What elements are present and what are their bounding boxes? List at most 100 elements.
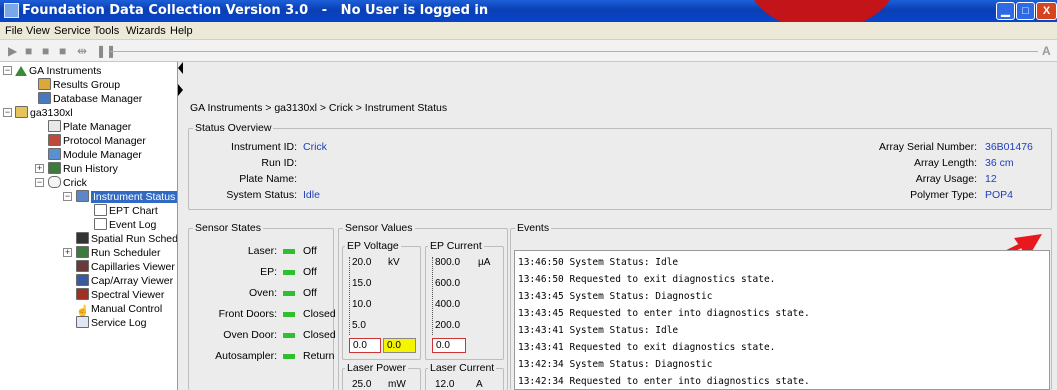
tree-item-ept-chart[interactable]: EPT Chart xyxy=(94,204,158,218)
run-id-label: Run ID: xyxy=(261,157,297,169)
event-line: 13:43:45 Requested to enter into diagnos… xyxy=(518,308,810,319)
event-line: 13:43:45 System Status: Diagnostic xyxy=(518,291,713,302)
plate-name-label: Plate Name: xyxy=(239,173,297,185)
log-icon xyxy=(94,218,107,230)
chart-icon xyxy=(94,204,107,216)
menu-service-tools[interactable]: Service Tools xyxy=(54,25,119,37)
menu-wizards[interactable]: Wizards xyxy=(126,25,166,37)
ep-voltage-reading: 0.0 xyxy=(349,338,381,353)
tree-item-results-group[interactable]: Results Group xyxy=(38,78,120,92)
tree-item-ga-instruments[interactable]: GA Instruments xyxy=(15,64,101,78)
tree-item-cap-array-viewer[interactable]: Cap/Array Viewer xyxy=(76,274,173,288)
skip-icon[interactable]: ⇹ xyxy=(77,44,87,58)
collapse-toggle-root[interactable]: − xyxy=(3,66,12,75)
system-status-value: Idle xyxy=(303,189,320,201)
tree-item-event-log[interactable]: Event Log xyxy=(94,218,156,232)
array-length-value: 36 cm xyxy=(985,157,1014,169)
expand-right-icon[interactable] xyxy=(178,84,183,96)
tree-item-spectral-viewer[interactable]: Spectral Viewer xyxy=(76,288,164,302)
autosampler-value: Return xyxy=(303,350,335,362)
oven-state-label: Oven: xyxy=(248,287,277,299)
array-serial-value: 36B01476 xyxy=(985,141,1033,153)
events-log[interactable]: 13:46:50 System Status: Idle 13:46:50 Re… xyxy=(514,250,1050,390)
collapse-toggle-crick[interactable]: − xyxy=(35,178,44,187)
menu-view[interactable]: View xyxy=(26,25,50,37)
scheduler-icon xyxy=(76,246,89,258)
ep-voltage-panel: EP Voltage 20.0 kV 15.0 10.0 5.0 0.0 0.0 xyxy=(342,240,421,360)
ep-current-reading: 0.0 xyxy=(432,338,466,353)
menu-help[interactable]: Help xyxy=(170,25,193,37)
polymer-type-value: POP4 xyxy=(985,189,1014,201)
oven-door-label: Oven Door: xyxy=(223,329,277,341)
play-icon[interactable]: ▶ xyxy=(8,44,17,58)
laser-power-unit: mW xyxy=(388,379,406,390)
ep-voltage-tick-3: 10.0 xyxy=(352,299,372,310)
oven-door-value: Closed xyxy=(303,329,336,341)
tree-item-run-scheduler[interactable]: Run Scheduler xyxy=(76,246,160,260)
autosampler-led xyxy=(283,354,295,359)
ep-voltage-tick-2: 15.0 xyxy=(352,278,372,289)
maximize-button[interactable]: □ xyxy=(1016,2,1035,20)
spectral-icon xyxy=(76,288,89,300)
expand-toggle-run-history[interactable]: + xyxy=(35,164,44,173)
spatial-icon xyxy=(76,232,89,244)
title-bar: Foundation Data Collection Version 3.0 -… xyxy=(0,0,1057,30)
tree-item-protocol-manager[interactable]: Protocol Manager xyxy=(48,134,146,148)
tree-item-service-log[interactable]: Service Log xyxy=(76,316,146,330)
tree-item-database-manager[interactable]: Database Manager xyxy=(38,92,142,106)
tree-item-instrument-status[interactable]: Instrument Status xyxy=(76,190,177,204)
capillaries-icon xyxy=(76,260,89,272)
stop2-icon[interactable]: ■ xyxy=(59,44,66,58)
expand-toggle-run-scheduler[interactable]: + xyxy=(63,248,72,257)
tree-item-crick[interactable]: Crick xyxy=(48,176,87,190)
sensor-values-group: Sensor Values EP Voltage 20.0 kV 15.0 10… xyxy=(338,222,508,390)
events-title: Events xyxy=(515,222,552,234)
protocol-icon xyxy=(48,134,61,146)
ep-current-tick-4: 200.0 xyxy=(435,320,461,331)
close-button[interactable]: X xyxy=(1036,2,1057,20)
tree-item-plate-manager[interactable]: Plate Manager xyxy=(48,120,131,134)
ep-voltage-unit: kV xyxy=(388,257,400,268)
front-doors-value: Closed xyxy=(303,308,336,320)
results-group-icon xyxy=(38,78,51,90)
crick-icon xyxy=(48,176,61,188)
laser-power-title: Laser Power xyxy=(345,362,408,374)
ep-current-tick-3: 400.0 xyxy=(435,299,461,310)
service-log-icon xyxy=(76,316,89,328)
toolbar: ▶ ■ ■ ■ ⇹ ❚❚ A xyxy=(0,40,1057,62)
laser-state-value: Off xyxy=(303,245,317,257)
minimize-button[interactable]: ▁ xyxy=(996,2,1015,20)
laser-current-unit: A xyxy=(476,379,483,390)
collapse-left-icon[interactable] xyxy=(178,62,183,74)
laser-led xyxy=(283,249,295,254)
toolbar-divider xyxy=(110,51,1038,52)
ep-current-unit: µA xyxy=(478,257,491,268)
module-icon xyxy=(48,148,61,160)
ep-current-panel: EP Current 800.0 µA 600.0 400.0 200.0 0.… xyxy=(425,240,504,360)
tree-item-ga3130xl[interactable]: ga3130xl xyxy=(15,106,73,120)
sensor-states-group: Sensor States Laser: Off EP: Off Oven: O… xyxy=(188,222,336,390)
ep-voltage-tick-4: 5.0 xyxy=(352,320,366,331)
oven-state-value: Off xyxy=(303,287,317,299)
status-overview-group: Status Overview Instrument ID: Crick Run… xyxy=(188,122,1052,210)
laser-current-panel: Laser Current 12.0 A xyxy=(425,362,504,390)
pause-icon[interactable]: ■ xyxy=(42,44,49,58)
polymer-type-label: Polymer Type: xyxy=(910,189,977,201)
menu-file[interactable]: File xyxy=(5,25,23,37)
menu-bar: File View Service Tools Wizards Help xyxy=(0,22,1057,40)
tree-item-capillaries-viewer[interactable]: Capillaries Viewer xyxy=(76,260,175,274)
tree-item-run-history[interactable]: Run History xyxy=(48,162,118,176)
front-doors-label: Front Doors: xyxy=(218,308,277,320)
tree-item-spatial-run-scheduler[interactable]: Spatial Run Schedule xyxy=(76,232,177,246)
laser-power-panel: Laser Power 25.0 mW xyxy=(342,362,421,390)
tree-item-module-manager[interactable]: Module Manager xyxy=(48,148,142,162)
app-icon xyxy=(4,3,19,18)
instrument-icon xyxy=(15,106,28,118)
collapse-toggle-instrument[interactable]: − xyxy=(3,108,12,117)
autosampler-label: Autosampler: xyxy=(215,350,277,362)
collapse-toggle-instrument-status[interactable]: − xyxy=(63,192,72,201)
ep-state-value: Off xyxy=(303,266,317,278)
tree-item-manual-control[interactable]: ☝ Manual Control xyxy=(76,302,162,317)
stop-icon[interactable]: ■ xyxy=(25,44,32,58)
corner-logo: A xyxy=(1042,44,1051,58)
